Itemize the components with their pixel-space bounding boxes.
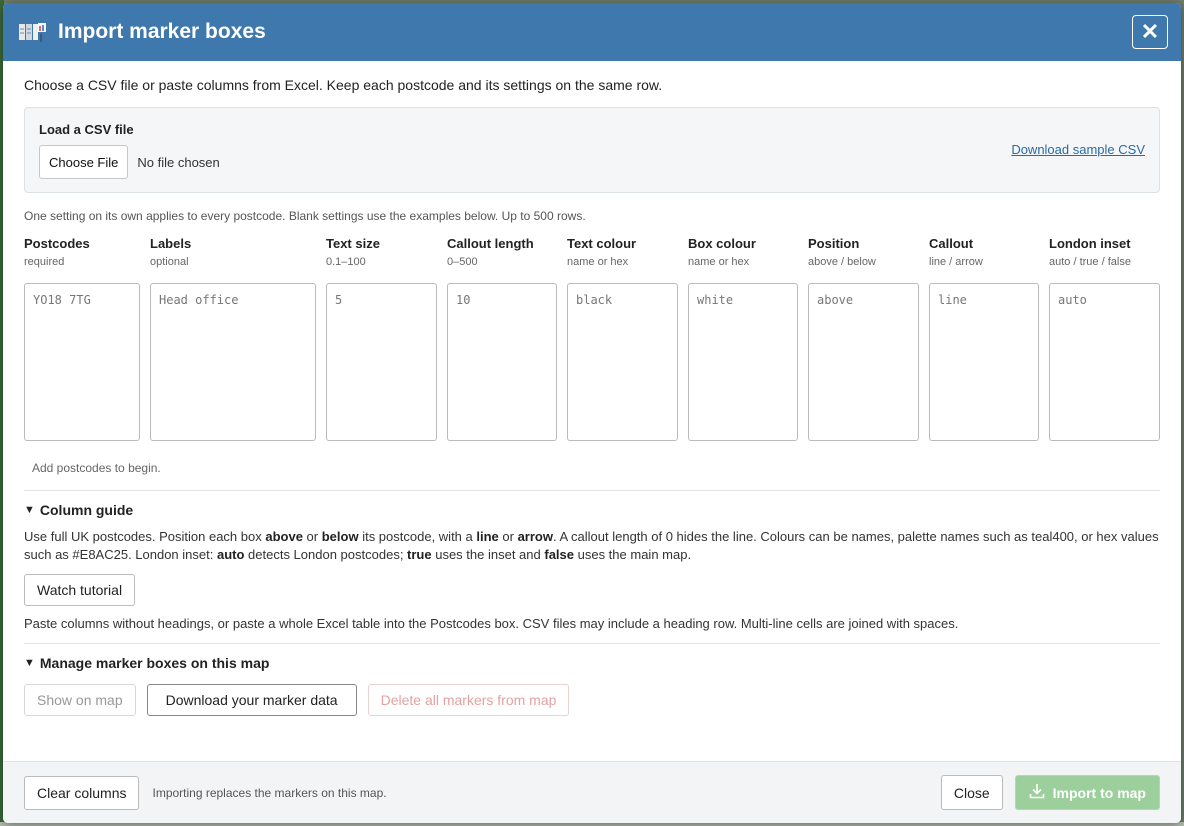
triangle-down-icon: ▼ <box>24 504 35 516</box>
column-guide-toggle[interactable]: ▼ Column guide <box>24 502 1160 518</box>
column-labels: Labels optional <box>150 236 316 441</box>
dialog-footer: Clear columns Importing replaces the mar… <box>3 761 1181 823</box>
column-header: Labels <box>150 236 192 251</box>
manage-actions: Show on map Download your marker data De… <box>24 684 1160 716</box>
column-hint: name or hex <box>567 256 629 268</box>
manage-toggle[interactable]: ▼ Manage marker boxes on this map <box>24 655 1160 671</box>
column-hint: 0–500 <box>447 256 478 268</box>
app-logo-icon <box>18 21 48 43</box>
column-hint: optional <box>150 256 189 268</box>
column-hint: line / arrow <box>929 256 983 268</box>
file-input-row: Choose File No file chosen <box>39 145 1145 179</box>
column-hint: above / below <box>808 256 876 268</box>
import-dialog: Import marker boxes ✕ Choose a CSV file … <box>3 3 1181 823</box>
divider <box>24 643 1160 644</box>
column-header: Postcodes <box>24 236 90 251</box>
close-button[interactable]: Close <box>940 775 1003 810</box>
clear-columns-button[interactable]: Clear columns <box>24 775 140 810</box>
watch-tutorial-button[interactable]: Watch tutorial <box>24 574 136 606</box>
column-header: Box colour <box>688 236 756 251</box>
column-postcodes: Postcodes required <box>24 236 140 441</box>
column-text-colour: Text colour name or hex <box>567 236 678 441</box>
column-hint: name or hex <box>688 256 750 268</box>
column-header: Callout <box>929 236 974 251</box>
csv-label: Load a CSV file <box>39 122 134 137</box>
column-box-colour: Box colour name or hex <box>688 236 798 441</box>
dialog-header: Import marker boxes ✕ <box>3 3 1181 61</box>
paste-note: Paste columns without headings, or paste… <box>24 616 959 631</box>
column-hint: 0.1–100 <box>326 256 366 268</box>
column-header: Text size <box>326 236 380 251</box>
text-colour-textarea[interactable] <box>567 283 678 441</box>
triangle-down-icon: ▼ <box>24 657 35 669</box>
divider <box>24 490 1160 491</box>
footer-note: Importing replaces the markers on this m… <box>152 785 387 800</box>
column-london-inset: London inset auto / true / false <box>1049 236 1160 441</box>
show-on-map-button[interactable]: Show on map <box>24 684 136 716</box>
column-guide-text: Use full UK postcodes. Position each box… <box>24 529 1159 562</box>
column-position: Position above / below <box>808 236 919 441</box>
labels-textarea[interactable] <box>150 283 316 441</box>
dialog-title: Import marker boxes <box>58 20 266 43</box>
postcodes-textarea[interactable] <box>24 283 140 441</box>
intro-text: Choose a CSV file or paste columns from … <box>24 77 663 93</box>
dialog-body: Choose a CSV file or paste columns from … <box>3 61 1181 761</box>
download-icon <box>1029 783 1045 802</box>
column-header: Text colour <box>567 236 637 251</box>
choose-file-button[interactable]: Choose File <box>39 145 129 179</box>
file-status: No file chosen <box>137 154 220 170</box>
callout-length-textarea[interactable] <box>447 283 557 441</box>
import-status: Add postcodes to begin. <box>32 461 161 475</box>
import-label: Import to map <box>1052 784 1146 801</box>
download-sample-link[interactable]: Download sample CSV <box>1011 142 1145 157</box>
delete-all-markers-button[interactable]: Delete all markers from map <box>367 684 570 716</box>
settings-note: One setting on its own applies to every … <box>24 209 586 223</box>
close-icon-button[interactable]: ✕ <box>1132 14 1168 49</box>
manage-title: Manage marker boxes on this map <box>39 655 270 671</box>
position-textarea[interactable] <box>808 283 919 441</box>
import-to-map-button[interactable]: Import to map <box>1014 775 1160 810</box>
column-callout: Callout line / arrow <box>929 236 1039 441</box>
column-callout-length: Callout length 0–500 <box>447 236 557 441</box>
column-header: London inset <box>1049 236 1131 251</box>
callout-textarea[interactable] <box>929 283 1039 441</box>
column-text-size: Text size 0.1–100 <box>326 236 437 441</box>
column-header: Callout length <box>447 236 534 251</box>
column-hint: required <box>24 256 65 268</box>
column-header: Position <box>808 236 860 251</box>
columns-grid: Postcodes required Labels optional Text … <box>24 236 1160 441</box>
london-inset-textarea[interactable] <box>1049 283 1160 441</box>
csv-panel: Load a CSV file Choose File No file chos… <box>24 107 1160 193</box>
column-guide-title: Column guide <box>39 502 134 518</box>
box-colour-textarea[interactable] <box>688 283 798 441</box>
column-hint: auto / true / false <box>1049 256 1131 268</box>
text-size-textarea[interactable] <box>326 283 437 441</box>
download-marker-data-button[interactable]: Download your marker data <box>146 684 357 716</box>
